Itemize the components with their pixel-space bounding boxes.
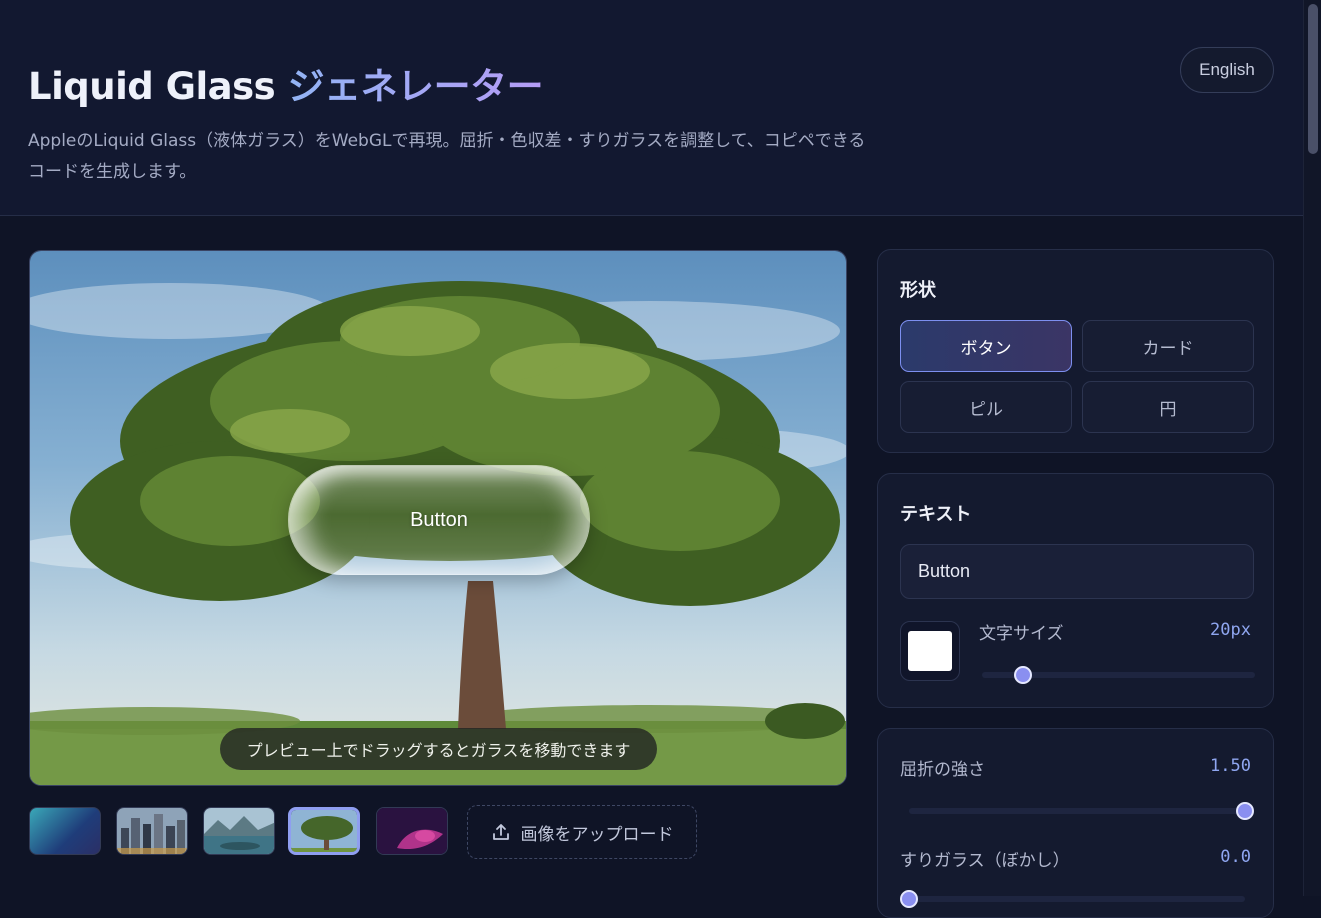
blur-label: すりガラス（ぼかし） xyxy=(900,851,1070,871)
background-thumbnail-city[interactable] xyxy=(116,807,188,855)
refraction-slider-thumb[interactable] xyxy=(1236,802,1254,820)
blur-value: 0.0 xyxy=(1220,847,1251,867)
glass-preview-canvas[interactable]: Button プレビュー上でドラッグするとガラスを移動できます xyxy=(29,250,847,786)
refraction-label: 屈折の強さ xyxy=(900,760,985,780)
shape-option-button[interactable]: ボタン xyxy=(900,320,1072,372)
text-panel-title: テキスト xyxy=(900,504,972,525)
blur-slider-thumb[interactable] xyxy=(900,890,918,908)
effects-panel: 屈折の強さ 1.50 すりガラス（ぼかし） 0.0 xyxy=(877,728,1274,918)
text-panel: テキスト Button 文字サイズ 20px xyxy=(877,473,1274,708)
title-accent: ジェネレーター xyxy=(287,65,544,108)
background-thumbnail-gradient[interactable] xyxy=(29,807,101,855)
font-size-label: 文字サイズ xyxy=(979,624,1064,644)
text-color-swatch xyxy=(908,631,952,671)
city-thumbnail-image xyxy=(117,808,187,854)
title-main: Liquid Glass xyxy=(28,65,276,108)
font-size-slider-thumb[interactable] xyxy=(1013,666,1032,684)
language-toggle-button[interactable]: English xyxy=(1180,47,1274,93)
page-title: Liquid Glass ジェネレーター xyxy=(28,56,544,110)
background-thumbnail-lake[interactable] xyxy=(203,807,275,855)
upload-label: 画像をアップロード xyxy=(520,824,674,845)
upload-image-button[interactable]: 画像をアップロード xyxy=(467,805,697,859)
text-input[interactable]: Button xyxy=(900,544,1254,599)
tree-thumbnail-image xyxy=(291,810,357,852)
abstract-thumbnail-image xyxy=(377,808,447,854)
lake-thumbnail-image xyxy=(204,808,274,854)
shape-option-circle[interactable]: 円 xyxy=(1082,381,1254,433)
shape-panel-title: 形状 xyxy=(900,280,936,301)
refraction-value: 1.50 xyxy=(1210,756,1251,776)
font-size-slider[interactable] xyxy=(982,666,1255,684)
page-subtitle: AppleのLiquid Glass（液体ガラス）をWebGLで再現。屈折・色収… xyxy=(28,131,866,182)
page-header: Liquid Glass ジェネレーター AppleのLiquid Glass（… xyxy=(0,0,1303,216)
shape-panel: 形状 ボタン カード ピル 円 xyxy=(877,249,1274,453)
font-size-value: 20px xyxy=(1210,620,1251,640)
glass-button-label: Button xyxy=(410,508,468,531)
background-thumbnail-tree[interactable] xyxy=(288,807,360,855)
background-thumbnail-abstract[interactable] xyxy=(376,807,448,855)
blur-slider[interactable] xyxy=(900,890,1245,908)
text-color-picker[interactable] xyxy=(900,621,960,681)
liquid-glass-element[interactable]: Button xyxy=(288,465,590,575)
scrollbar-thumb[interactable] xyxy=(1308,4,1318,154)
drag-hint: プレビュー上でドラッグするとガラスを移動できます xyxy=(220,728,657,770)
shape-option-pill[interactable]: ピル xyxy=(900,381,1072,433)
upload-icon xyxy=(492,824,509,840)
refraction-slider[interactable] xyxy=(909,802,1254,820)
page-scrollbar[interactable] xyxy=(1303,0,1321,896)
shape-option-card[interactable]: カード xyxy=(1082,320,1254,372)
